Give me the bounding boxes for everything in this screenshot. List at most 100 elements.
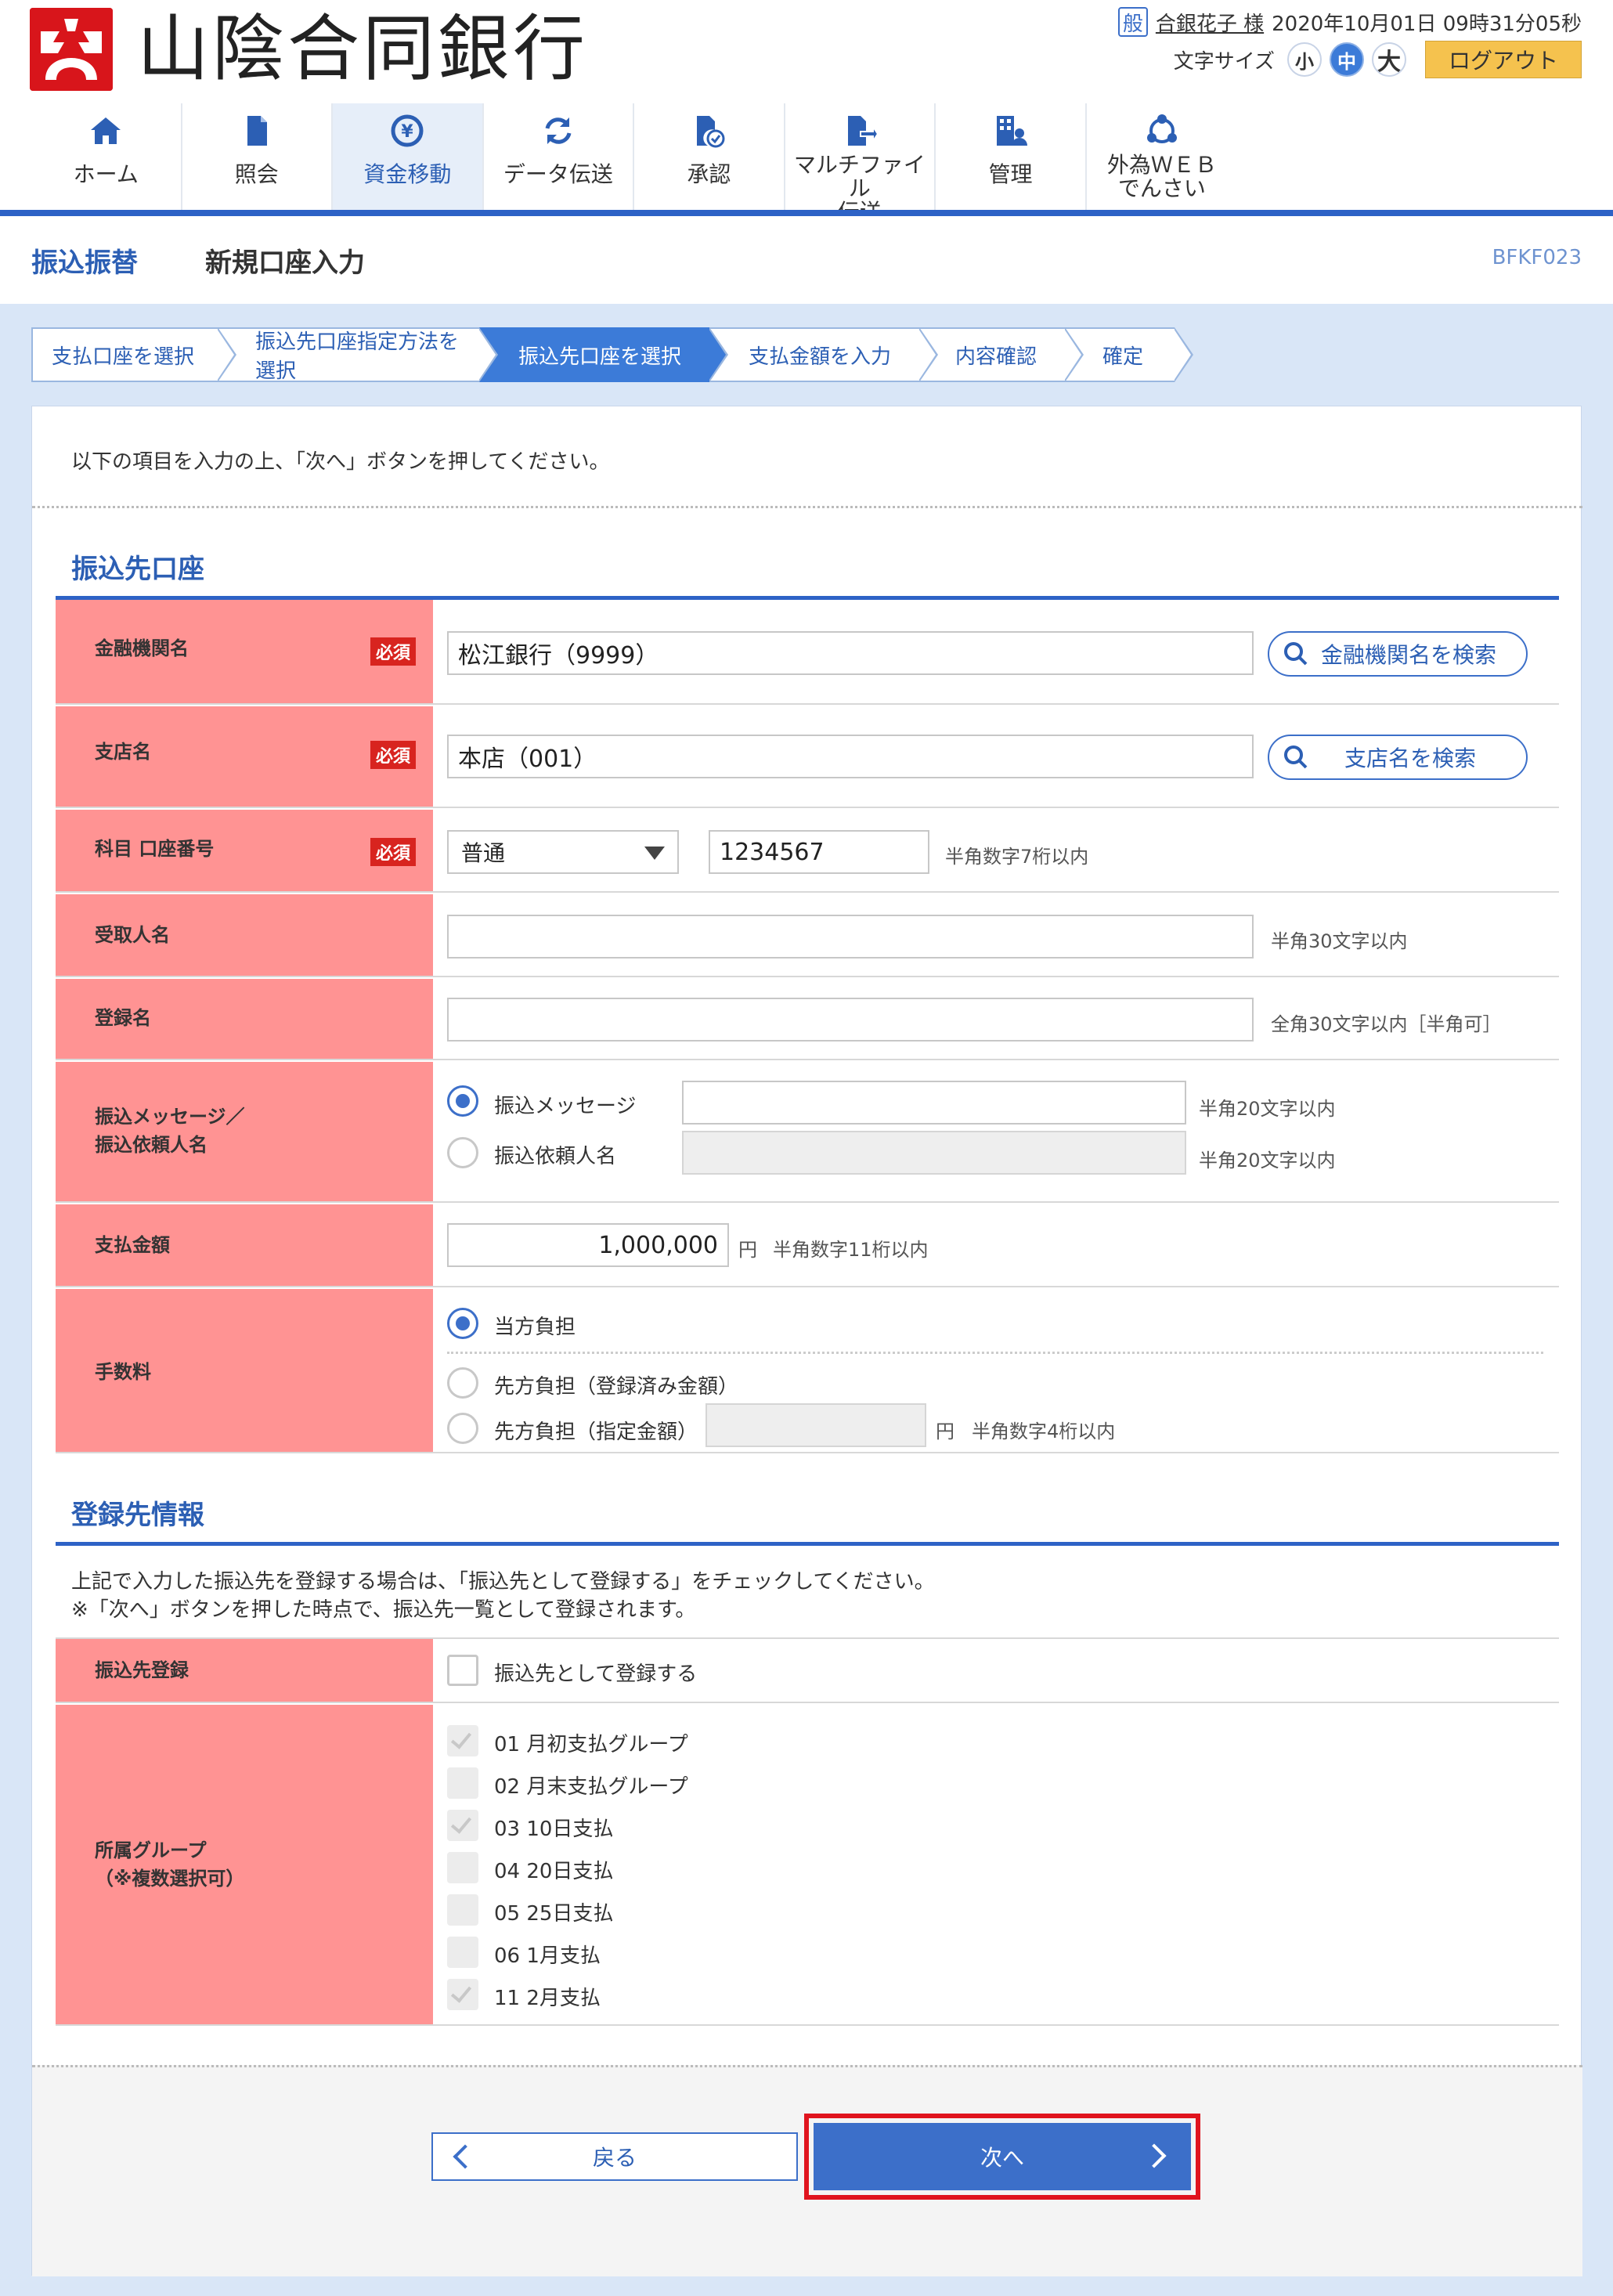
nav-data-transfer[interactable]: データ伝送 <box>484 103 635 210</box>
global-nav: ホーム 照会 ¥ 資金移動 データ伝送 承認 マルチファイル 伝送 管理 外為Ｗ… <box>31 103 1237 224</box>
register-name-label: 登録名 <box>95 1007 151 1029</box>
dropdown-arrow-icon <box>644 847 665 860</box>
check-icon <box>450 1812 472 1834</box>
font-size-small-button[interactable]: 小 <box>1287 42 1322 77</box>
register-as-destination-label: 振込先として登録する <box>494 1662 698 1686</box>
step-confirm: 内容確認 <box>919 327 1084 382</box>
nav-inquiry[interactable]: 照会 <box>182 103 334 210</box>
recipient-name-input[interactable] <box>447 915 1254 958</box>
branch-name-input[interactable]: 本店（001） <box>447 735 1254 778</box>
page-header: 振込振替 新規口座入力 BFKF023 <box>0 216 1613 304</box>
branch-search-button[interactable]: 支店名を検索 <box>1268 735 1528 780</box>
section-title-registration: 登録先情報 <box>71 1500 204 1531</box>
nav-approval[interactable]: 承認 <box>634 103 785 210</box>
nav-management[interactable]: 管理 <box>936 103 1087 210</box>
font-size-large-button[interactable]: 大 <box>1372 42 1406 77</box>
nav-forex-densai-label: 外為ＷＥＢ でんさい <box>1106 152 1217 201</box>
register-as-destination-checkbox[interactable] <box>447 1655 478 1686</box>
font-size-medium-button[interactable]: 中 <box>1330 42 1364 77</box>
fee-own-label: 当方負担 <box>494 1316 576 1339</box>
next-button-label: 次へ <box>980 2145 1024 2171</box>
nav-multifile[interactable]: マルチファイル 伝送 <box>785 103 936 224</box>
fee-recipient-specified-label: 先方負担（指定金額） <box>494 1421 698 1444</box>
home-icon <box>88 113 124 149</box>
bank-search-button[interactable]: 金融機関名を検索 <box>1268 631 1528 677</box>
bank-name-input[interactable]: 松江銀行（9999） <box>447 631 1254 675</box>
step-label: 振込先口座指定方法を選択 <box>255 330 460 383</box>
label-cell: 科目 口座番号 必須 <box>56 810 433 891</box>
check-icon <box>450 1981 472 2003</box>
fee-hint: 半角数字4桁以内 <box>972 1421 1116 1442</box>
row-register-name: 登録名 全角30文字以内［半角可］ <box>56 979 1559 1060</box>
step-label: 支払金額を入力 <box>749 345 892 369</box>
message-radio-label: 振込メッセージ <box>494 1095 637 1118</box>
row-account: 科目 口座番号 必須 普通 1234567 半角数字7桁以内 <box>56 810 1559 893</box>
page-title: 新規口座入力 <box>205 247 365 279</box>
next-button[interactable]: 次へ <box>814 2123 1191 2190</box>
nav-forex-densai[interactable]: 外為ＷＥＢ でんさい <box>1087 103 1237 210</box>
section-title-destination: 振込先口座 <box>71 554 204 585</box>
group-label-03: 03 10日支払 <box>494 1818 614 1841</box>
group-checkbox-02[interactable] <box>447 1767 478 1799</box>
account-type-value: 普通 <box>461 840 506 866</box>
row-message: 振込メッセージ／ 振込依頼人名 振込メッセージ 半角20文字以内 振込依頼人名 … <box>56 1062 1559 1203</box>
font-size-controls: 文字サイズ 小 中 大 ログアウト <box>1174 39 1582 80</box>
row-branch: 支店名 必須 本店（001） 支店名を検索 <box>56 706 1559 808</box>
group-checkbox-03[interactable] <box>447 1810 478 1841</box>
fee-amount-input[interactable] <box>705 1403 926 1447</box>
registration-desc-2: ※「次へ」ボタンを押した時点で、振込先一覧として登録されます。 <box>71 1598 696 1622</box>
fee-recipient-registered-label: 先方負担（登録済み金額） <box>494 1375 739 1399</box>
logout-button[interactable]: ログアウト <box>1425 41 1582 78</box>
row-groups: 所属グループ （※複数選択可） 01 月初支払グループ 02 月末支払グループ … <box>56 1705 1559 2026</box>
message-radio[interactable] <box>447 1085 478 1117</box>
register-flag-label: 振込先登録 <box>95 1659 189 1681</box>
fee-recipient-specified-radio[interactable] <box>447 1413 478 1444</box>
fee-own-radio[interactable] <box>447 1308 478 1339</box>
step-indicator: 支払口座を選択 振込先口座指定方法を選択 振込先口座を選択 支払金額を入力 内容… <box>31 327 1193 383</box>
fee-recipient-registered-radio[interactable] <box>447 1367 478 1399</box>
account-type-select[interactable]: 普通 <box>447 830 679 874</box>
amount-input[interactable]: 1,000,000 <box>447 1223 729 1267</box>
group-label-06: 06 1月支払 <box>494 1944 601 1968</box>
font-size-label: 文字サイズ <box>1173 49 1275 74</box>
register-name-input[interactable] <box>447 998 1254 1042</box>
group-label-04: 04 20日支払 <box>494 1860 614 1883</box>
section-line <box>56 1542 1559 1546</box>
back-button[interactable]: 戻る <box>431 2132 798 2181</box>
document-icon <box>239 113 275 149</box>
header: 山陰合同銀行 般 合銀花子 様 2020年10月01日 09時31分05秒 文字… <box>0 0 1613 99</box>
group-checkbox-04[interactable] <box>447 1852 478 1883</box>
step-label: 支払口座を選択 <box>52 345 195 369</box>
page-category: 振込振替 <box>31 247 138 279</box>
group-label-02: 02 月末支払グループ <box>494 1775 688 1799</box>
user-name-link[interactable]: 合銀花子 様 <box>1156 8 1264 37</box>
group-checkbox-11[interactable] <box>447 1979 478 2010</box>
requester-name-radio[interactable] <box>447 1137 478 1168</box>
label-cell: 金融機関名 必須 <box>56 600 433 703</box>
step-enter-amount: 支払金額を入力 <box>709 327 938 382</box>
bank-label: 金融機関名 <box>95 637 189 659</box>
step-label: 内容確認 <box>955 345 1037 369</box>
login-datetime: 2020年10月01日 09時31分05秒 <box>1272 12 1582 36</box>
requester-name-input[interactable] <box>682 1131 1186 1175</box>
row-bank: 金融機関名 必須 松江銀行（9999） 金融機関名を検索 <box>56 600 1559 705</box>
back-button-label: 戻る <box>592 2145 637 2171</box>
account-number-hint: 半角数字7桁以内 <box>945 846 1089 868</box>
message-input[interactable] <box>682 1081 1186 1125</box>
row-fee: 手数料 当方負担 先方負担（登録済み金額） 先方負担（指定金額） 円 半角数字4… <box>56 1289 1559 1453</box>
group-checkbox-01[interactable] <box>447 1725 478 1756</box>
amount-unit: 円 <box>738 1239 757 1261</box>
check-icon <box>450 1727 472 1749</box>
group-checkbox-06[interactable] <box>447 1937 478 1968</box>
step-select-destination: 振込先口座を選択 <box>479 327 728 382</box>
search-icon <box>1284 642 1308 666</box>
screen-id: BFKF023 <box>1492 246 1582 269</box>
groups-label: 所属グループ （※複数選択可） <box>95 1839 245 1890</box>
nav-home[interactable]: ホーム <box>31 103 182 210</box>
account-number-input[interactable]: 1234567 <box>709 830 929 874</box>
chevron-left-icon <box>453 2144 478 2169</box>
row-amount: 支払金額 1,000,000 円 半角数字11桁以内 <box>56 1204 1559 1287</box>
nav-data-transfer-label: データ伝送 <box>503 161 613 187</box>
group-checkbox-05[interactable] <box>447 1894 478 1926</box>
nav-fund-transfer[interactable]: ¥ 資金移動 <box>333 103 484 210</box>
